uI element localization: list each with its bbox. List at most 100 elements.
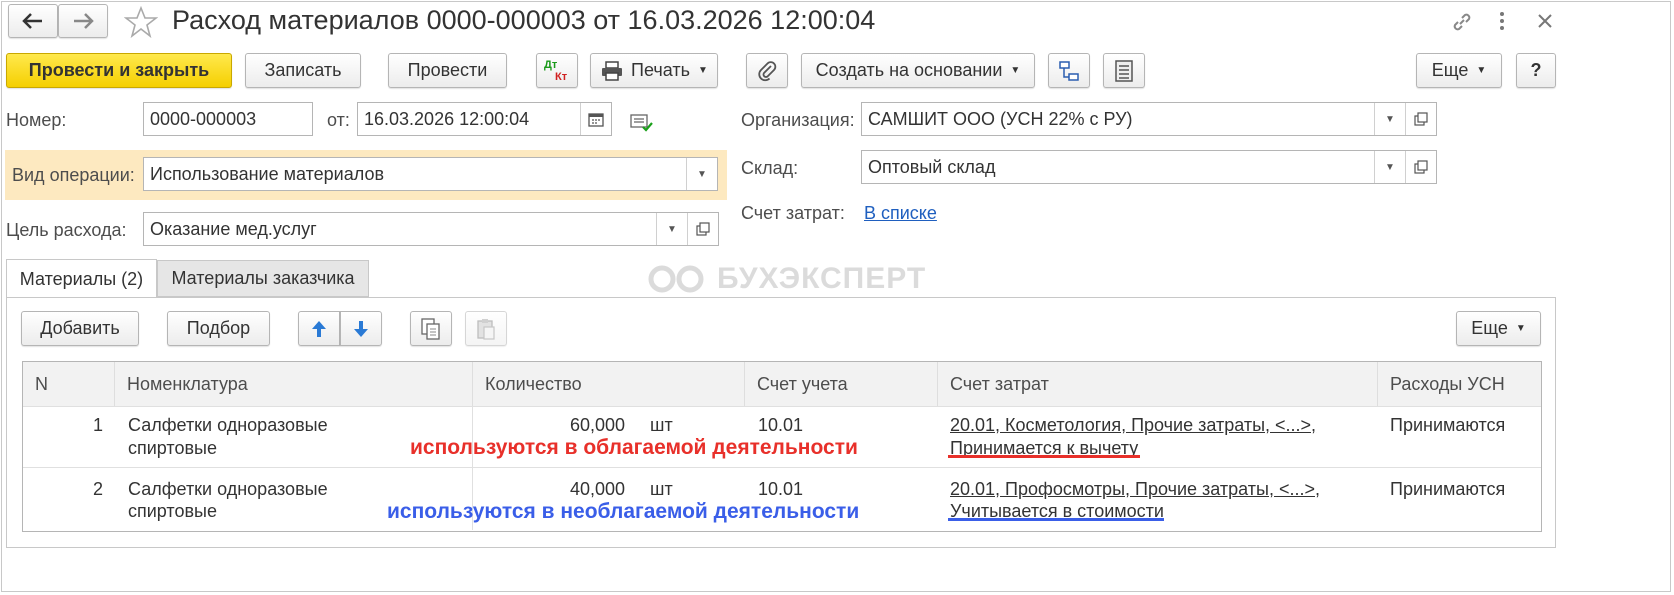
save-button[interactable]: Записать xyxy=(245,53,361,88)
chevron-down-icon[interactable]: ▼ xyxy=(1374,103,1405,135)
attach-button[interactable] xyxy=(746,53,788,88)
watermark-text: БУХЭКСПЕРТ xyxy=(717,262,927,295)
purpose-field[interactable]: Оказание мед.услуг ▼ xyxy=(143,212,719,246)
post-button[interactable]: Провести xyxy=(388,53,507,88)
more-label: Еще xyxy=(1431,60,1469,80)
column-header-item[interactable]: Номенклатура xyxy=(115,362,473,406)
hierarchy-icon xyxy=(1059,60,1079,81)
warehouse-field[interactable]: Оптовый склад ▼ xyxy=(861,150,1437,184)
chevron-down-icon: ▼ xyxy=(1010,65,1021,76)
more-button[interactable]: Еще ▼ xyxy=(1416,53,1502,88)
chevron-down-icon[interactable]: ▼ xyxy=(686,158,717,190)
organization-value: САМШИТ ООО (УСН 22% с РУ) xyxy=(868,108,1133,129)
report-button[interactable] xyxy=(1103,53,1145,88)
number-field[interactable]: 0000-000003 xyxy=(143,102,313,136)
print-label: Печать xyxy=(631,60,690,80)
dt-kt-icon: Дт Кт xyxy=(542,57,572,85)
chevron-down-icon[interactable]: ▼ xyxy=(656,213,687,245)
item-name-line1: Салфетки одноразовые xyxy=(128,479,328,499)
open-icon[interactable] xyxy=(1405,151,1436,183)
usn-expenses-value: Принимаются xyxy=(1390,415,1506,435)
number-label: Номер: xyxy=(6,110,67,130)
date-field[interactable]: 16.03.2026 12:00:04 xyxy=(357,102,612,136)
tab-customer-materials[interactable]: Материалы заказчика xyxy=(157,260,369,297)
purpose-label: Цель расхода: xyxy=(6,220,127,240)
watermark: БУХЭКСПЕРТ xyxy=(645,262,926,296)
cost-account-label: Счет затрат: xyxy=(741,203,845,223)
kt-label: Кт xyxy=(555,70,568,83)
paste-icon xyxy=(477,318,495,340)
annotation-non-taxable: используются в необлагаемой деятельности xyxy=(387,500,860,523)
close-icon[interactable] xyxy=(1535,11,1555,36)
move-up-button[interactable] xyxy=(298,311,340,346)
column-header-cost-account[interactable]: Счет затрат xyxy=(938,362,1378,406)
link-icon[interactable] xyxy=(1450,10,1474,39)
tab-customer-materials-label: Материалы заказчика xyxy=(171,268,355,288)
table-more-label: Еще xyxy=(1471,318,1508,338)
create-based-on-button[interactable]: Создать на основании ▼ xyxy=(801,53,1035,88)
open-icon[interactable] xyxy=(1405,103,1436,135)
arrow-up-icon xyxy=(312,320,326,337)
account-value: 10.01 xyxy=(758,479,804,499)
quantity-value: 60,000 xyxy=(570,415,626,435)
date-label: от: xyxy=(327,110,350,130)
arrow-down-icon xyxy=(354,320,368,337)
usn-expenses-value: Принимаются xyxy=(1390,479,1506,499)
item-name-line2: спиртовые xyxy=(128,438,217,458)
unit-value: шт xyxy=(650,415,673,435)
operation-type-label: Вид операции: xyxy=(12,165,135,185)
more-vertical-icon[interactable] xyxy=(1497,9,1507,38)
account-value: 10.01 xyxy=(758,415,804,435)
arrow-left-icon xyxy=(22,13,42,29)
organization-field[interactable]: САМШИТ ООО (УСН 22% с РУ) ▼ xyxy=(861,102,1437,136)
item-name-line2: спиртовые xyxy=(128,501,217,521)
post-and-close-button[interactable]: Провести и закрыть xyxy=(6,53,232,88)
chevron-down-icon: ▼ xyxy=(1515,323,1526,334)
cost-account-line1-link[interactable]: 20.01, Профосмотры, Прочие затраты, <...… xyxy=(950,478,1320,501)
red-underline-mark xyxy=(948,455,1140,458)
item-name-line1: Салфетки одноразовые xyxy=(128,415,328,435)
cost-account-line1-link[interactable]: 20.01, Косметология, Прочие затраты, <..… xyxy=(950,414,1316,437)
chevron-down-icon: ▼ xyxy=(1476,65,1487,76)
help-button[interactable]: ? xyxy=(1516,53,1556,88)
arrow-right-icon xyxy=(74,13,94,29)
blue-underline-mark xyxy=(948,518,1164,521)
forward-button[interactable] xyxy=(58,4,108,38)
structure-button[interactable] xyxy=(1048,53,1090,88)
date-value: 16.03.2026 12:00:04 xyxy=(364,108,530,129)
move-down-button[interactable] xyxy=(340,311,382,346)
warehouse-value: Оптовый склад xyxy=(868,156,996,177)
tab-materials-label: Материалы (2) xyxy=(19,268,144,289)
column-header-usn-expenses[interactable]: Расходы УСН xyxy=(1378,362,1541,406)
quantity-value: 40,000 xyxy=(570,479,626,499)
copy-button[interactable] xyxy=(410,311,452,346)
dt-kt-button[interactable]: Дт Кт xyxy=(536,53,578,88)
column-header-n[interactable]: N xyxy=(23,362,115,406)
purpose-value: Оказание мед.услуг xyxy=(150,218,317,239)
paste-button[interactable] xyxy=(465,311,507,346)
print-button[interactable]: Печать ▼ xyxy=(590,53,718,88)
list-document-icon xyxy=(1115,59,1133,82)
open-icon[interactable] xyxy=(687,213,718,245)
calendar-icon[interactable] xyxy=(580,103,611,135)
paperclip-icon xyxy=(758,60,777,81)
tab-materials[interactable]: Материалы (2) xyxy=(6,259,157,298)
cost-account-link[interactable]: В списке xyxy=(864,203,937,224)
row-number: 2 xyxy=(93,479,104,499)
operation-type-field[interactable]: Использование материалов ▼ xyxy=(143,157,718,191)
favorite-star-icon[interactable] xyxy=(123,5,159,43)
column-header-quantity[interactable]: Количество xyxy=(473,362,745,406)
pick-button[interactable]: Подбор xyxy=(167,311,270,346)
printer-icon xyxy=(602,60,622,81)
back-button[interactable] xyxy=(8,4,58,38)
chevron-down-icon[interactable]: ▼ xyxy=(1374,151,1405,183)
unit-value: шт xyxy=(650,479,673,499)
owl-logo-icon xyxy=(648,265,704,293)
table-more-button[interactable]: Еще ▼ xyxy=(1456,311,1541,346)
status-icon[interactable] xyxy=(630,111,654,138)
number-value: 0000-000003 xyxy=(150,108,257,129)
column-header-account[interactable]: Счет учета xyxy=(745,362,938,406)
dt-label: Дт xyxy=(544,58,558,71)
annotation-taxable: используются в облагаемой деятельности xyxy=(410,436,858,459)
add-button[interactable]: Добавить xyxy=(21,311,139,346)
